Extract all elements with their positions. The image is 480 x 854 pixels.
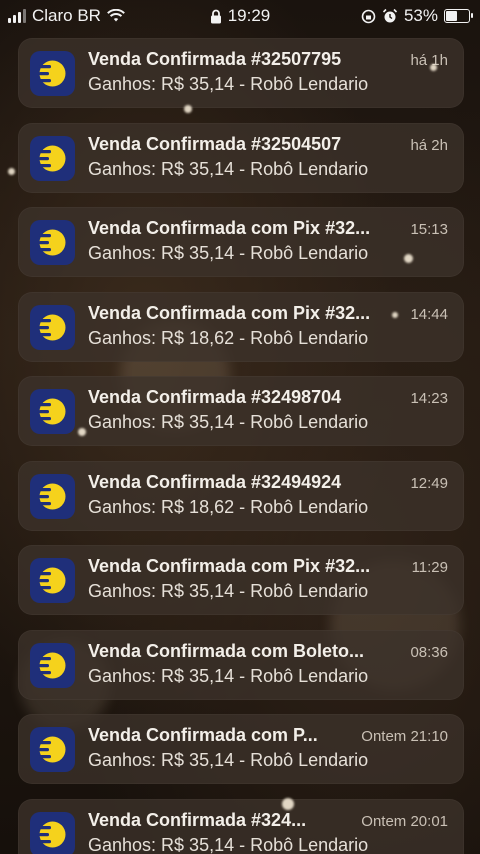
notification-title: Venda Confirmada #32507795 [88, 49, 342, 69]
notification-time: Ontem 21:10 [361, 728, 448, 745]
app-icon [30, 305, 75, 350]
notification-body: Ganhos: R$ 35,14 - Robô Lendario [88, 666, 369, 686]
notification-time: 15:13 [410, 221, 448, 238]
app-icon [30, 51, 75, 96]
light-speck [430, 64, 437, 71]
notification-title: Venda Confirmada com Boleto... [88, 641, 365, 661]
app-icon [30, 643, 75, 688]
light-speck [78, 428, 86, 436]
notification-title: Venda Confirmada com P... [88, 725, 318, 745]
light-speck [184, 105, 192, 113]
notification-card[interactable]: Venda Confirmada #324... Ganhos: R$ 35,14… [18, 799, 464, 854]
notification-body: Ganhos: R$ 35,14 - Robô Lendario [88, 835, 369, 854]
notification-card[interactable]: Venda Confirmada com Pix #32... Ganhos: R… [18, 545, 464, 615]
notification-time: 12:49 [410, 475, 448, 492]
battery-fill [446, 11, 458, 21]
notification-body: Ganhos: R$ 35,14 - Robô Lendario [88, 750, 369, 770]
battery-icon [444, 9, 473, 23]
notification-body: Ganhos: R$ 35,14 - Robô Lendario [88, 159, 369, 179]
notification-time: Ontem 20:01 [361, 813, 448, 830]
app-icon [30, 558, 75, 603]
clock: 19:29 [227, 6, 271, 25]
notification-card[interactable]: Venda Confirmada #32494924 Ganhos: R$ 18,… [18, 461, 464, 531]
orientation-lock-icon [361, 9, 376, 23]
lock-screen: Claro BR 19:29 53% Venda Confirmada #325… [0, 0, 480, 854]
app-icon [30, 220, 75, 265]
notification-title: Venda Confirmada #32498704 [88, 387, 342, 407]
alarm-icon [382, 8, 398, 23]
notification-card[interactable]: Venda Confirmada #32504507 Ganhos: R$ 35,… [18, 123, 464, 193]
notification-title: Venda Confirmada com Pix #32... [88, 303, 371, 323]
light-speck [8, 168, 15, 175]
battery-percent: 53% [403, 6, 438, 25]
notification-card[interactable]: Venda Confirmada com Pix #32... Ganhos: R… [18, 292, 464, 362]
notification-body: Ganhos: R$ 35,14 - Robô Lendario [88, 412, 369, 432]
notification-card[interactable]: Venda Confirmada #32498704 Ganhos: R$ 35,… [18, 376, 464, 446]
lock-icon [210, 9, 221, 23]
notification-body: Ganhos: R$ 35,14 - Robô Lendario [88, 243, 369, 263]
notification-card[interactable]: Venda Confirmada com Pix #32... Ganhos: R… [18, 207, 464, 277]
app-icon [30, 136, 75, 181]
app-icon [30, 727, 75, 772]
notification-time: 08:36 [410, 644, 448, 661]
notification-time: 11:29 [411, 559, 448, 576]
app-icon [30, 812, 75, 854]
status-bar: Claro BR 19:29 53% [0, 0, 480, 34]
notification-title: Venda Confirmada #32504507 [88, 134, 342, 154]
notification-body: Ganhos: R$ 35,14 - Robô Lendario [88, 581, 369, 601]
notification-body: Ganhos: R$ 18,62 - Robô Lendario [88, 497, 369, 517]
app-icon [30, 474, 75, 519]
notification-title: Venda Confirmada com Pix #32... [88, 556, 371, 576]
light-speck [392, 312, 398, 318]
notification-time: 14:23 [410, 390, 448, 407]
notification-time: 14:44 [410, 306, 448, 323]
light-speck [404, 254, 413, 263]
notification-time: há 2h [410, 137, 448, 154]
notification-card[interactable]: Venda Confirmada com P... Ganhos: R$ 35,1… [18, 714, 464, 784]
notification-card[interactable]: Venda Confirmada com Boleto... Ganhos: R$… [18, 630, 464, 700]
notification-card[interactable]: Venda Confirmada #32507795 Ganhos: R$ 35,… [18, 38, 464, 108]
notification-title: Venda Confirmada com Pix #32... [88, 218, 371, 238]
notification-body: Ganhos: R$ 35,14 - Robô Lendario [88, 74, 369, 94]
status-right: 53% [361, 6, 473, 26]
light-speck [282, 798, 294, 810]
app-icon [30, 389, 75, 434]
notification-title: Venda Confirmada #324... [88, 810, 307, 830]
notification-title: Venda Confirmada #32494924 [88, 472, 342, 492]
notification-body: Ganhos: R$ 18,62 - Robô Lendario [88, 328, 369, 348]
